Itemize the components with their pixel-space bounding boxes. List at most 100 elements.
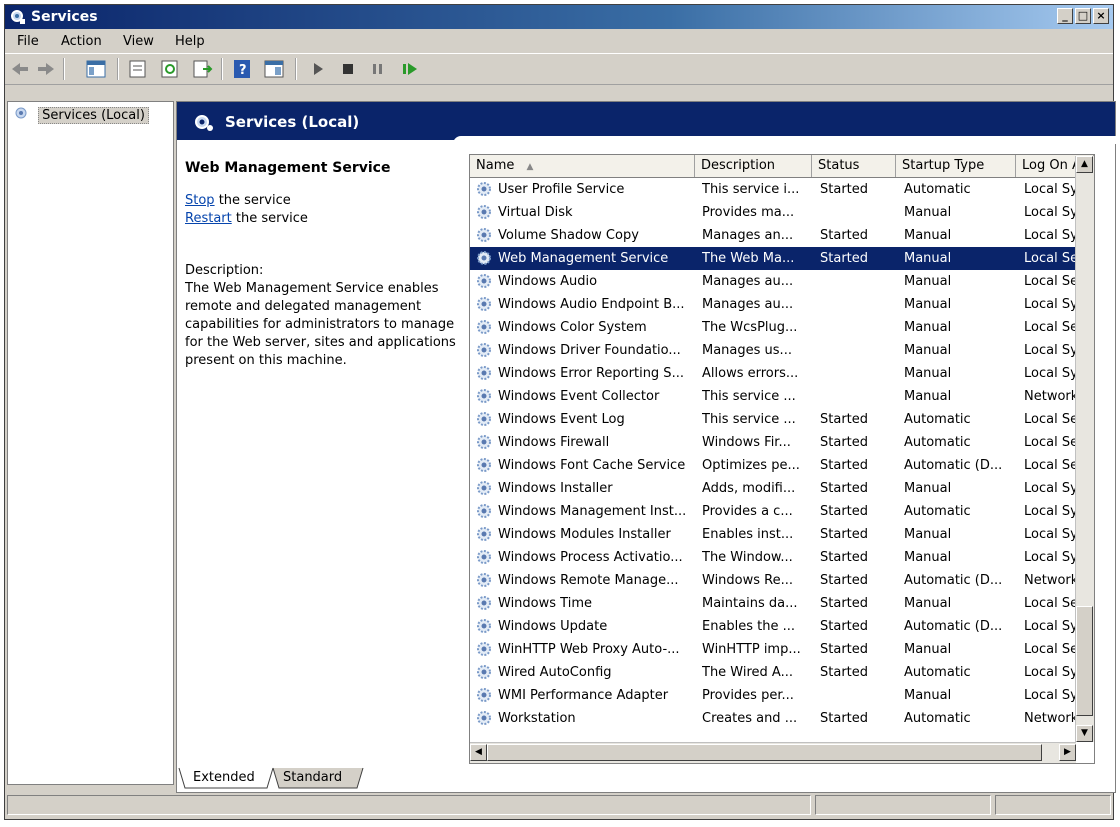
vertical-scrollbar[interactable]: ▲ ▼ (1075, 156, 1094, 742)
service-row[interactable]: Windows Event Collector This service ... M… (470, 385, 1094, 408)
cell-logon: Network S (1024, 389, 1076, 404)
cell-logon: Local Syst (1024, 504, 1076, 519)
export-list-icon[interactable] (191, 59, 213, 79)
service-gear-icon (477, 366, 491, 380)
service-row[interactable]: WMI Performance Adapter Provides per... Ma… (470, 684, 1094, 707)
cell-startup: Manual (904, 366, 952, 381)
maximize-button[interactable]: □ (1075, 8, 1091, 24)
service-gear-icon (477, 527, 491, 541)
cell-logon: Local Syst (1024, 481, 1076, 496)
vertical-scroll-thumb[interactable] (1076, 606, 1093, 716)
start-service-icon[interactable] (307, 59, 329, 79)
service-row[interactable]: WinHTTP Web Proxy Auto-... WinHTTP imp...… (470, 638, 1094, 661)
show-hide-tree-icon[interactable] (85, 59, 107, 79)
menu-file[interactable]: File (17, 34, 39, 49)
cell-name: Windows Firewall (498, 435, 610, 450)
service-row[interactable]: Windows Font Cache Service Optimizes pe..… (470, 454, 1094, 477)
scroll-left-arrow-icon[interactable]: ◀ (470, 744, 487, 761)
service-row[interactable]: Windows Time Maintains da... Started Manual… (470, 592, 1094, 615)
cell-description: This service ... (702, 389, 796, 404)
service-gear-icon (477, 205, 491, 219)
cell-name: Windows Error Reporting S... (498, 366, 684, 381)
properties-icon[interactable] (127, 59, 149, 79)
restart-service-icon[interactable] (399, 59, 421, 79)
tree-node-services-local[interactable]: Services (Local) (14, 106, 149, 124)
back-arrow-icon[interactable] (9, 59, 31, 79)
service-row[interactable]: Windows Color System The WcsPlug... Manual… (470, 316, 1094, 339)
service-gear-icon (477, 642, 491, 656)
stop-service-icon[interactable] (337, 59, 359, 79)
cell-name: Windows Installer (498, 481, 613, 496)
service-row[interactable]: Windows Remote Manage... Windows Re... Sta… (470, 569, 1094, 592)
service-row[interactable]: Web Management Service The Web Ma... Start… (470, 247, 1094, 270)
service-row[interactable]: Windows Management Inst... Provides a c..… (470, 500, 1094, 523)
console-icon[interactable] (263, 59, 285, 79)
cell-status: Started (820, 619, 869, 634)
view-tabs: Extended Standard (177, 766, 1115, 790)
service-row[interactable]: Windows Event Log This service ... Started… (470, 408, 1094, 431)
service-row[interactable]: Wired AutoConfig The Wired A... Started Aut… (470, 661, 1094, 684)
cell-logon: Local Syst (1024, 297, 1076, 312)
scroll-up-arrow-icon[interactable]: ▲ (1076, 156, 1093, 173)
cell-logon: Network S (1024, 711, 1076, 726)
cell-startup: Automatic (D... (904, 619, 1003, 634)
service-row[interactable]: Windows Driver Foundatio... Manages us...… (470, 339, 1094, 362)
cell-name: Volume Shadow Copy (498, 228, 639, 243)
service-row[interactable]: User Profile Service This service i... Sta… (470, 178, 1094, 201)
tab-extended[interactable]: Extended (183, 768, 265, 788)
cell-startup: Manual (904, 389, 952, 404)
cell-name: WinHTTP Web Proxy Auto-... (498, 642, 680, 657)
column-header-description[interactable]: Description (695, 155, 812, 177)
services-gear-icon (195, 115, 213, 131)
stop-service-link[interactable]: Stop (185, 193, 215, 208)
refresh-icon[interactable] (159, 59, 181, 79)
menu-action[interactable]: Action (61, 34, 102, 49)
title-bar[interactable]: Services _ □ × (5, 5, 1113, 29)
scroll-down-arrow-icon[interactable]: ▼ (1076, 725, 1093, 742)
help-icon[interactable]: ? (231, 59, 253, 79)
cell-logon: Local Syst (1024, 182, 1076, 197)
cell-status: Started (820, 573, 869, 588)
toolbar: ? (5, 53, 1113, 85)
service-gear-icon (477, 343, 491, 357)
service-row[interactable]: Virtual Disk Provides ma... Manual Local Sy… (470, 201, 1094, 224)
restart-service-link[interactable]: Restart (185, 211, 232, 226)
service-row[interactable]: Windows Update Enables the ... Started Auto… (470, 615, 1094, 638)
service-row[interactable]: Windows Modules Installer Enables inst...… (470, 523, 1094, 546)
cell-startup: Automatic (D... (904, 458, 1003, 473)
service-row[interactable]: Windows Error Reporting S... Allows error… (470, 362, 1094, 385)
service-row[interactable]: Windows Firewall Windows Fir... Started Aut… (470, 431, 1094, 454)
horizontal-scroll-thumb[interactable] (487, 744, 1042, 761)
column-header-name[interactable]: Name ▲ (470, 155, 695, 177)
service-row[interactable]: Windows Audio Manages au... Manual Local Se… (470, 270, 1094, 293)
service-row[interactable]: Volume Shadow Copy Manages an... Started Ma… (470, 224, 1094, 247)
tab-standard[interactable]: Standard (273, 768, 352, 788)
cell-description: The Web Ma... (702, 251, 795, 266)
cell-startup: Manual (904, 343, 952, 358)
cell-startup: Manual (904, 481, 952, 496)
horizontal-scrollbar[interactable]: ◀ ▶ (470, 742, 1076, 763)
services-window: Services _ □ × File Action View Help ? S… (4, 4, 1120, 820)
cell-status: Started (820, 412, 869, 427)
minimize-button[interactable]: _ (1057, 8, 1073, 24)
pause-service-icon[interactable] (367, 59, 389, 79)
cell-name: Workstation (498, 711, 576, 726)
column-header-startup-type[interactable]: Startup Type (896, 155, 1016, 177)
cell-logon: Local Serv (1024, 274, 1076, 289)
forward-arrow-icon[interactable] (35, 59, 57, 79)
scroll-right-arrow-icon[interactable]: ▶ (1059, 744, 1076, 761)
cell-logon: Local Serv (1024, 251, 1076, 266)
menu-help[interactable]: Help (175, 34, 205, 49)
service-row[interactable]: Workstation Creates and ... Started Automat… (470, 707, 1094, 730)
menu-view[interactable]: View (123, 34, 154, 49)
close-button[interactable]: × (1093, 8, 1109, 24)
column-header-status[interactable]: Status (812, 155, 896, 177)
cell-status: Started (820, 642, 869, 657)
cell-status: Started (820, 435, 869, 450)
service-gear-icon (477, 665, 491, 679)
service-row[interactable]: Windows Process Activatio... The Window..… (470, 546, 1094, 569)
cell-status: Started (820, 458, 869, 473)
menu-bar: File Action View Help (5, 30, 1113, 52)
service-row[interactable]: Windows Installer Adds, modifi... Started M… (470, 477, 1094, 500)
service-row[interactable]: Windows Audio Endpoint B... Manages au...… (470, 293, 1094, 316)
